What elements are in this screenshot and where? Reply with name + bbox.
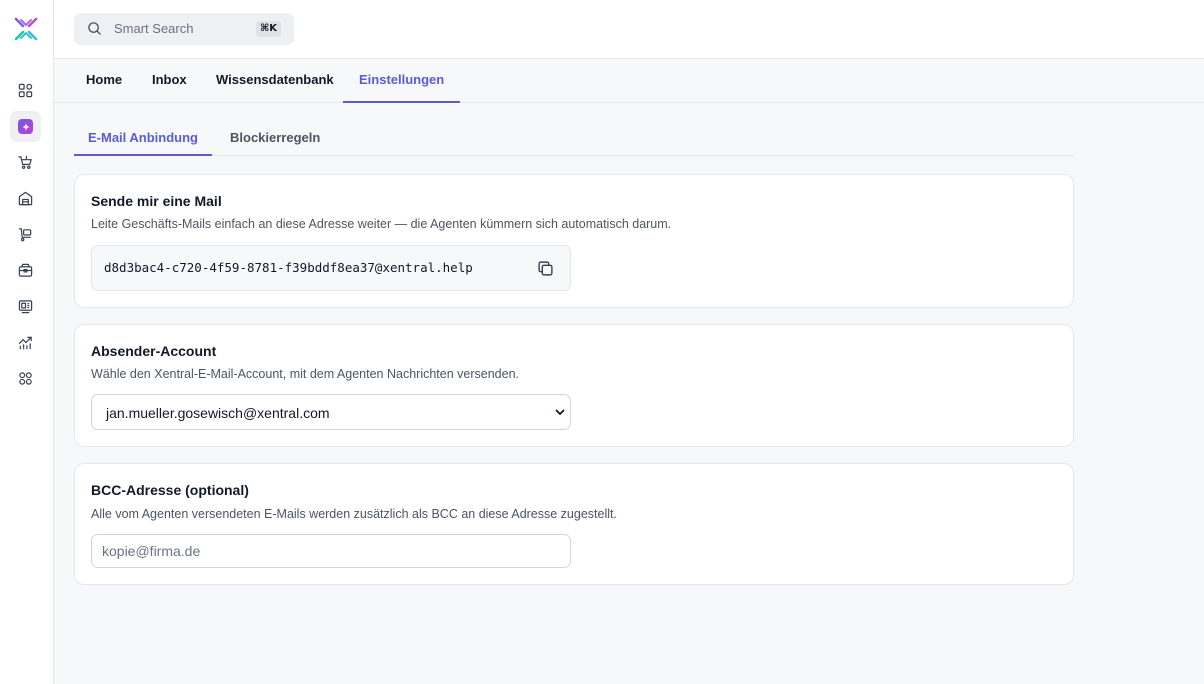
copy-icon[interactable]	[537, 260, 554, 277]
bcc-email-field[interactable]	[92, 535, 570, 567]
analytics-icon[interactable]	[10, 327, 41, 358]
selected-account: jan.mueller.gosewisch@xentral.com	[106, 405, 330, 421]
inventory-icon[interactable]	[10, 255, 41, 286]
tab-home[interactable]: Home	[70, 59, 138, 103]
card-description: Leite Geschäfts-Mails einfach an diese A…	[91, 217, 672, 231]
tab-inbox[interactable]: Inbox	[136, 59, 203, 103]
send-mail-card: Sende mir eine Mail Leite Geschäfts-Mail…	[74, 174, 1074, 308]
xentral-logo[interactable]	[13, 16, 39, 42]
tab-blockierregeln[interactable]: Blockierregeln	[216, 122, 334, 156]
sidebar	[0, 0, 54, 684]
shortcut-badge: ⌘K	[255, 21, 281, 37]
chevron-down-icon	[555, 409, 565, 415]
ai-app-icon[interactable]	[10, 111, 41, 142]
search-icon	[88, 22, 101, 35]
tab-einstellungen[interactable]: Einstellungen	[343, 59, 461, 103]
forwarding-address: d8d3bac4-c720-4f59-8781-f39bddf8ea37@xen…	[104, 260, 473, 275]
forwarding-address-box: d8d3bac4-c720-4f59-8781-f39bddf8ea37@xen…	[91, 245, 571, 291]
sender-account-card: Absender-Account Wähle den Xentral-E-Mai…	[74, 324, 1074, 447]
top-bar: Smart Search ⌘K	[54, 0, 1204, 59]
shopping-cart-icon[interactable]	[10, 147, 41, 178]
apps-icon[interactable]	[10, 363, 41, 394]
card-title: BCC-Adresse (optional)	[91, 482, 249, 498]
card-title: Sende mir eine Mail	[91, 193, 222, 209]
main-navigation: Home Inbox Wissensdatenbank Einstellunge…	[54, 59, 1204, 103]
card-description: Alle vom Agenten versendeten E-Mails wer…	[91, 507, 617, 521]
tab-wissensdatenbank[interactable]: Wissensdatenbank	[200, 59, 350, 103]
search-placeholder: Smart Search	[114, 21, 194, 36]
pos-terminal-icon[interactable]	[10, 291, 41, 322]
bcc-address-card: BCC-Adresse (optional) Alle vom Agenten …	[74, 463, 1074, 585]
dashboard-grid-icon[interactable]	[10, 75, 41, 106]
sparkle-icon	[18, 119, 33, 134]
card-description: Wähle den Xentral-E-Mail-Account, mit de…	[91, 367, 519, 381]
settings-sub-tabs: E-Mail Anbindung Blockierregeln	[74, 122, 1074, 156]
warehouse-icon[interactable]	[10, 183, 41, 214]
card-title: Absender-Account	[91, 343, 217, 359]
sender-account-select[interactable]: jan.mueller.gosewisch@xentral.com	[91, 394, 571, 430]
smart-search[interactable]: Smart Search ⌘K	[74, 13, 294, 45]
bcc-input-wrapper	[91, 534, 571, 568]
delivery-icon[interactable]	[10, 219, 41, 250]
tab-email-anbindung[interactable]: E-Mail Anbindung	[74, 122, 212, 156]
